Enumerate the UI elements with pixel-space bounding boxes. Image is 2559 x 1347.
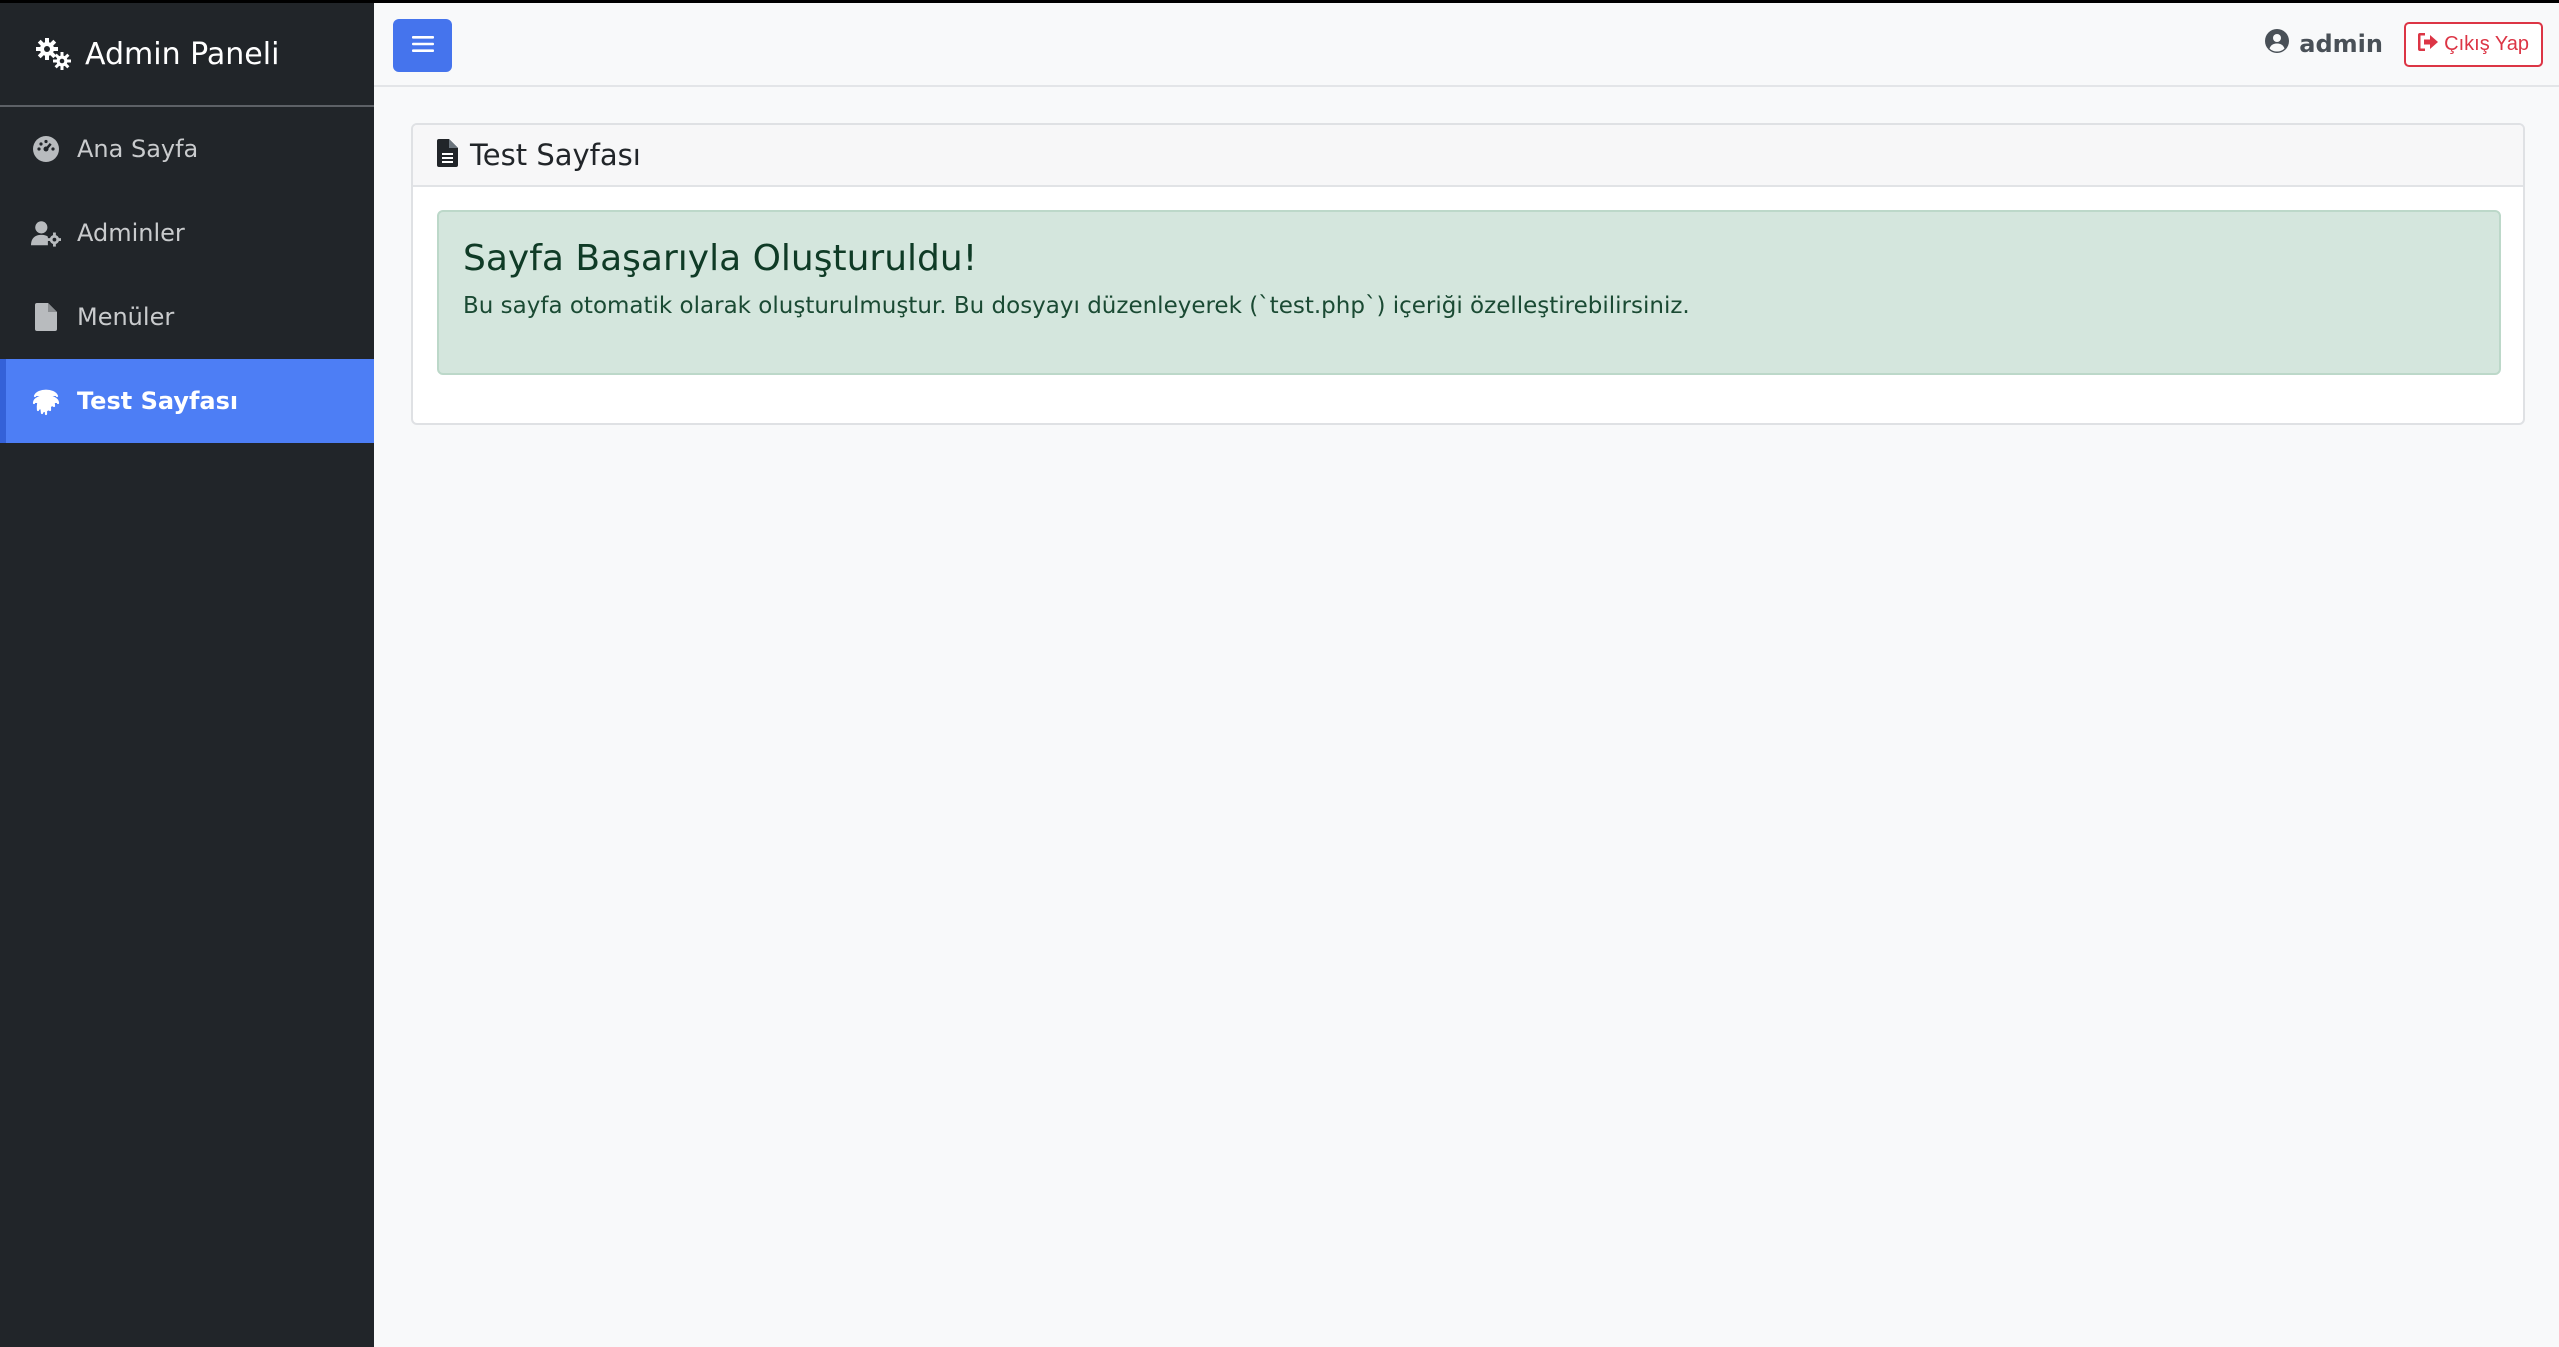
sidebar-item-label: Menüler: [77, 303, 175, 331]
user-menu[interactable]: admin: [2265, 29, 2383, 59]
gears-icon: [35, 37, 73, 71]
sidebar-item-menuler[interactable]: Menüler: [0, 275, 374, 359]
alert-heading: Sayfa Başarıyla Oluşturuldu!: [463, 238, 978, 279]
sidebar-item-ana-sayfa[interactable]: Ana Sayfa: [0, 107, 374, 191]
file-icon: [31, 302, 61, 332]
sidebar-nav: Ana Sayfa Adminler Menüler Test Sayfası: [0, 107, 374, 443]
sidebar: Admin Paneli Ana Sayfa Adminler Menüler …: [0, 3, 374, 1347]
hamburger-icon: [411, 35, 434, 56]
sign-out-icon: [2418, 32, 2444, 57]
alert-text: Bu sayfa otomatik olarak oluşturulmuştur…: [463, 293, 1690, 319]
user-circle-icon: [2265, 29, 2299, 59]
sidebar-toggle-button[interactable]: [393, 19, 452, 72]
user-cog-icon: [31, 218, 61, 248]
file-alt-icon: [437, 139, 470, 171]
sidebar-item-label: Ana Sayfa: [77, 135, 199, 163]
brand-title: Admin Paneli: [85, 36, 280, 72]
fingerprint-icon: [31, 386, 61, 416]
topbar: admin Çıkış Yap: [374, 3, 2559, 87]
sidebar-item-adminler[interactable]: Adminler: [0, 191, 374, 275]
card-header: Test Sayfası: [413, 125, 2523, 187]
sidebar-item-label: Adminler: [77, 219, 185, 247]
logout-label: Çıkış Yap: [2444, 33, 2529, 55]
sidebar-brand[interactable]: Admin Paneli: [0, 3, 374, 107]
success-alert: Sayfa Başarıyla Oluşturuldu! Bu sayfa ot…: [437, 210, 2501, 375]
username: admin: [2299, 30, 2383, 58]
content-card: Test Sayfası Sayfa Başarıyla Oluşturuldu…: [411, 123, 2525, 425]
logout-button[interactable]: Çıkış Yap: [2404, 22, 2543, 67]
sidebar-item-label: Test Sayfası: [77, 387, 239, 415]
sidebar-item-test-sayfasi[interactable]: Test Sayfası: [0, 359, 374, 443]
dashboard-icon: [31, 134, 61, 164]
page-title: Test Sayfası: [470, 138, 641, 172]
